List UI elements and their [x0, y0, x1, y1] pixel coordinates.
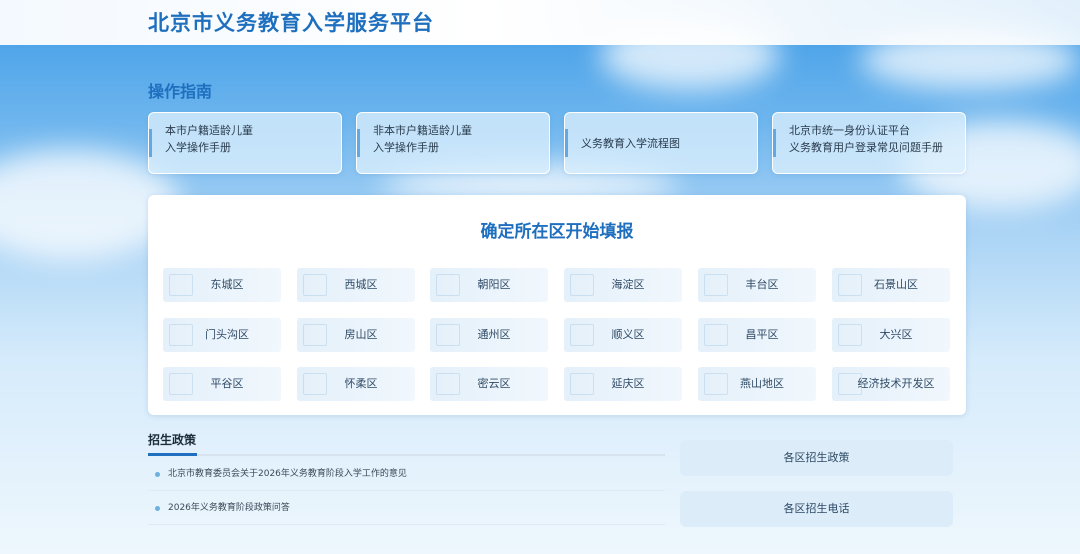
district-phone-button[interactable]: 各区招生电话: [680, 491, 953, 527]
district-button-shunyi[interactable]: 顺义区: [564, 318, 682, 352]
district-pattern-icon: [704, 274, 728, 296]
district-label: 门头沟区: [205, 328, 249, 341]
district-pattern-icon: [303, 324, 327, 346]
district-button-mentougou[interactable]: 门头沟区: [163, 318, 281, 352]
district-pattern-icon: [303, 373, 327, 395]
district-label: 燕山地区: [740, 377, 784, 390]
district-label: 朝阳区: [477, 278, 511, 291]
guide-card-line: 非本市户籍适龄儿童: [373, 124, 472, 137]
guide-card-line: 北京市统一身份认证平台: [789, 124, 910, 137]
district-button-economic-development-zone[interactable]: 经济技术开发区: [832, 367, 950, 401]
district-pattern-icon: [704, 324, 728, 346]
policy-section-title: 招生政策: [148, 433, 197, 447]
district-button-tongzhou[interactable]: 通州区: [430, 318, 548, 352]
header-bar: 北京市义务教育入学服务平台: [0, 0, 1080, 45]
district-label: 石景山区: [874, 278, 918, 291]
district-pattern-icon: [303, 274, 327, 296]
guide-card-line: 入学操作手册: [373, 141, 439, 154]
district-pattern-icon: [436, 274, 460, 296]
guide-card-local-children[interactable]: 本市户籍适龄儿童 入学操作手册: [148, 112, 342, 174]
district-button-daxing[interactable]: 大兴区: [832, 318, 950, 352]
policy-link-text: 2026年义务教育阶段政策问答: [168, 503, 290, 513]
guide-card-line: 本市户籍适龄儿童: [165, 124, 253, 137]
district-label: 东城区: [210, 278, 244, 291]
district-label: 经济技术开发区: [857, 377, 935, 390]
district-button-xicheng[interactable]: 西城区: [297, 268, 415, 302]
guide-card-nonlocal-children[interactable]: 非本市户籍适龄儿童 入学操作手册: [356, 112, 550, 174]
district-label: 通州区: [477, 328, 511, 341]
district-button-miyun[interactable]: 密云区: [430, 367, 548, 401]
district-label: 西城区: [344, 278, 378, 291]
guide-card-line: 入学操作手册: [165, 141, 231, 154]
district-button-yanqing[interactable]: 延庆区: [564, 367, 682, 401]
district-pattern-icon: [436, 373, 460, 395]
policy-link-text: 北京市教育委员会关于2026年义务教育阶段入学工作的意见: [168, 469, 407, 479]
district-label: 平谷区: [210, 377, 244, 390]
guide-card-line: 义务教育用户登录常见问题手册: [789, 141, 943, 154]
district-label: 怀柔区: [344, 377, 378, 390]
district-policy-button[interactable]: 各区招生政策: [680, 440, 953, 476]
district-pattern-icon: [570, 274, 594, 296]
district-button-pinggu[interactable]: 平谷区: [163, 367, 281, 401]
district-pattern-icon: [570, 373, 594, 395]
site-title: 北京市义务教育入学服务平台: [148, 11, 434, 35]
policy-list-item[interactable]: 2026年义务教育阶段政策问答: [148, 492, 665, 525]
policy-divider-accent: [148, 453, 197, 456]
bullet-dot-icon: [155, 472, 160, 477]
district-button-shijingshan[interactable]: 石景山区: [832, 268, 950, 302]
district-label: 房山区: [344, 328, 378, 341]
district-button-yanshan[interactable]: 燕山地区: [698, 367, 816, 401]
district-button-huairou[interactable]: 怀柔区: [297, 367, 415, 401]
district-button-fangshan[interactable]: 房山区: [297, 318, 415, 352]
district-label: 延庆区: [611, 377, 645, 390]
guide-section-title: 操作指南: [148, 82, 213, 101]
district-pattern-icon: [436, 324, 460, 346]
district-pattern-icon: [169, 324, 193, 346]
district-button-dongcheng[interactable]: 东城区: [163, 268, 281, 302]
district-selection-panel: 确定所在区开始填报 东城区 西城区 朝阳区 海淀区 丰台区 石景山区 门头沟区 …: [148, 195, 966, 415]
district-label: 顺义区: [611, 328, 645, 341]
district-button-chaoyang[interactable]: 朝阳区: [430, 268, 548, 302]
district-label: 密云区: [477, 377, 511, 390]
district-pattern-icon: [704, 373, 728, 395]
guide-card-line: 义务教育入学流程图: [581, 137, 680, 150]
district-button-fengtai[interactable]: 丰台区: [698, 268, 816, 302]
district-button-changping[interactable]: 昌平区: [698, 318, 816, 352]
policy-list-item[interactable]: 北京市教育委员会关于2026年义务教育阶段入学工作的意见: [148, 458, 665, 491]
guide-card-enrollment-flowchart[interactable]: 义务教育入学流程图: [564, 112, 758, 174]
district-pattern-icon: [838, 274, 862, 296]
district-label: 海淀区: [611, 278, 645, 291]
district-label: 丰台区: [745, 278, 779, 291]
district-pattern-icon: [570, 324, 594, 346]
bullet-dot-icon: [155, 506, 160, 511]
guide-card-identity-platform-faq[interactable]: 北京市统一身份认证平台 义务教育用户登录常见问题手册: [772, 112, 966, 174]
district-pattern-icon: [838, 324, 862, 346]
district-panel-heading: 确定所在区开始填报: [480, 222, 634, 242]
district-button-haidian[interactable]: 海淀区: [564, 268, 682, 302]
district-label: 昌平区: [745, 328, 779, 341]
policy-divider: [148, 454, 665, 456]
district-label: 大兴区: [879, 328, 913, 341]
district-pattern-icon: [169, 373, 193, 395]
district-pattern-icon: [169, 274, 193, 296]
